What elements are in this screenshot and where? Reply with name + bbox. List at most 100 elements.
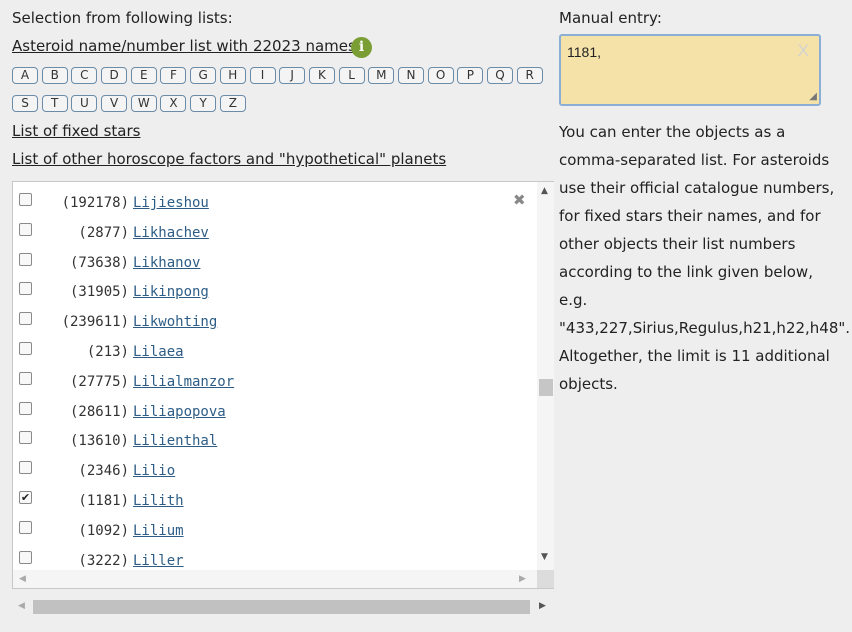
list-item: (13610) Lilienthal <box>13 428 533 458</box>
outer-horizontal-scroll-thumb[interactable] <box>33 600 530 614</box>
list-item-name-link[interactable]: Liliapopova <box>133 404 226 420</box>
letter-button-b[interactable]: B <box>41 67 68 84</box>
asteroid-list: (192178) Lijieshou (2877) Likhachev (73638) L… <box>13 182 537 570</box>
letter-button-t[interactable]: T <box>41 95 68 112</box>
letter-button-k[interactable]: K <box>308 67 335 84</box>
asteroid-list-link[interactable]: Asteroid name/number list with 22023 nam… <box>12 37 356 55</box>
list-item-checkbox[interactable] <box>19 550 32 564</box>
list-item-number: (13610) <box>69 433 129 450</box>
letter-index-row-2: STUVWXYZ <box>12 95 552 114</box>
list-item-name-link[interactable]: Lilith <box>133 493 184 509</box>
letter-button-z[interactable]: Z <box>219 95 246 112</box>
outer-horizontal-scrollbar[interactable]: ◀ ▶ <box>12 598 552 615</box>
list-item: (28611) Liliapopova <box>13 399 533 429</box>
list-item: (73638) Likhanov <box>13 250 533 280</box>
list-item-checkbox[interactable] <box>19 401 32 415</box>
list-item-name-link[interactable]: Lilium <box>133 523 184 539</box>
list-item-checkbox[interactable] <box>19 282 32 296</box>
list-item-name-link[interactable]: Lilialmanzor <box>133 374 234 390</box>
letter-button-p[interactable]: P <box>457 67 484 84</box>
list-item-number: (28611) <box>69 403 129 420</box>
list-item-name-link[interactable]: Likhachev <box>133 225 209 241</box>
fixed-stars-link[interactable]: List of fixed stars <box>12 122 140 140</box>
list-item-number: (31905) <box>69 284 129 301</box>
list-item-name-link[interactable]: Lilio <box>133 463 175 479</box>
list-item: (31905) Likinpong <box>13 279 533 309</box>
vertical-scrollbar[interactable]: ▲ ▼ <box>537 182 554 570</box>
letter-button-q[interactable]: Q <box>487 67 513 84</box>
list-item-checkbox[interactable] <box>19 193 32 206</box>
list-item-name-link[interactable]: Likinpong <box>133 284 209 300</box>
close-icon[interactable]: ✖ <box>513 191 526 209</box>
vertical-scroll-thumb[interactable] <box>539 379 553 396</box>
list-item-number: (2877) <box>78 224 129 241</box>
letter-button-c[interactable]: C <box>71 67 98 84</box>
list-item-checkbox[interactable] <box>19 342 32 355</box>
letter-button-g[interactable]: G <box>190 67 217 84</box>
manual-entry-value[interactable]: 1181, <box>567 44 601 60</box>
other-factors-link[interactable]: List of other horoscope factors and "hyp… <box>12 150 446 168</box>
list-item-checkbox[interactable] <box>19 312 32 326</box>
list-item: (192178) Lijieshou <box>13 190 533 220</box>
outer-scroll-left-arrow-icon[interactable]: ◀ <box>18 601 25 611</box>
outer-scroll-right-arrow-icon[interactable]: ▶ <box>539 601 546 611</box>
letter-button-h[interactable]: H <box>219 67 246 84</box>
scroll-right-arrow-icon[interactable]: ▶ <box>519 574 526 584</box>
letter-button-i[interactable]: I <box>249 67 276 84</box>
list-item: (2877) Likhachev <box>13 220 533 250</box>
list-item-name-link[interactable]: Lijieshou <box>133 195 209 211</box>
list-item-number: (192178) <box>61 195 129 211</box>
letter-button-r[interactable]: R <box>516 67 543 84</box>
list-item: (213) Lilaea <box>13 339 533 369</box>
list-item-name-link[interactable]: Lilienthal <box>133 433 217 449</box>
list-item-checkbox[interactable] <box>19 222 32 236</box>
inner-horizontal-scrollbar[interactable]: ◀ ▶ <box>13 570 537 588</box>
list-item-number: (27775) <box>69 373 129 390</box>
letter-button-l[interactable]: L <box>338 67 365 84</box>
scroll-down-arrow-icon[interactable]: ▼ <box>541 552 548 562</box>
list-item-checkbox[interactable] <box>19 461 32 475</box>
selection-heading: Selection from following lists: <box>12 9 233 27</box>
letter-button-s[interactable]: S <box>12 95 38 112</box>
list-item-number: (3222) <box>78 552 129 569</box>
letter-button-y[interactable]: Y <box>190 95 217 112</box>
list-item-name-link[interactable]: Liller <box>133 553 184 569</box>
list-item-name-link[interactable]: Likwohting <box>133 314 217 330</box>
list-item-checkbox[interactable] <box>19 431 32 445</box>
info-icon[interactable]: i <box>351 37 372 58</box>
list-item-number: (239611) <box>61 314 129 331</box>
letter-button-x[interactable]: X <box>160 95 187 112</box>
letter-button-a[interactable]: A <box>12 67 38 84</box>
letter-button-v[interactable]: V <box>101 95 128 112</box>
list-item-checkbox[interactable] <box>19 252 32 266</box>
list-item-checkbox[interactable] <box>19 371 32 385</box>
list-item-name-link[interactable]: Likhanov <box>133 255 200 271</box>
letter-button-m[interactable]: M <box>368 67 395 84</box>
list-item-number: (213) <box>86 344 129 360</box>
list-item-checkbox[interactable]: ✔ <box>19 491 32 504</box>
letter-button-d[interactable]: D <box>101 67 128 84</box>
manual-entry-textarea[interactable]: 1181, X ◢ <box>559 34 821 106</box>
letter-button-j[interactable]: J <box>279 67 306 84</box>
letter-button-n[interactable]: N <box>397 67 424 84</box>
letter-button-f[interactable]: F <box>160 67 187 84</box>
scroll-left-arrow-icon[interactable]: ◀ <box>19 574 26 584</box>
resize-handle-icon[interactable]: ◢ <box>809 91 817 102</box>
letter-index-row-1: ABCDEFGHIJKLMNOPQR <box>12 67 552 86</box>
letter-button-u[interactable]: U <box>71 95 98 112</box>
list-item: ✔ (1181) Lilith <box>13 488 533 518</box>
list-item: (239611) Likwohting <box>13 309 533 339</box>
asteroid-list-box[interactable]: (192178) Lijieshou (2877) Likhachev (73638) L… <box>12 181 554 589</box>
list-item-name-link[interactable]: Lilaea <box>133 344 184 360</box>
list-item-checkbox[interactable] <box>19 520 32 534</box>
letter-button-e[interactable]: E <box>130 67 157 84</box>
manual-entry-help: You can enter the objects as a comma-sep… <box>559 123 851 393</box>
scroll-up-arrow-icon[interactable]: ▲ <box>541 186 548 196</box>
letter-button-w[interactable]: W <box>130 95 157 112</box>
clear-icon[interactable]: X <box>798 41 809 61</box>
manual-entry-heading: Manual entry: <box>559 9 662 27</box>
list-item-number: (73638) <box>69 254 129 271</box>
letter-button-o[interactable]: O <box>427 67 454 84</box>
list-item-number: (2346) <box>78 463 129 480</box>
scrollbar-corner <box>537 570 554 588</box>
